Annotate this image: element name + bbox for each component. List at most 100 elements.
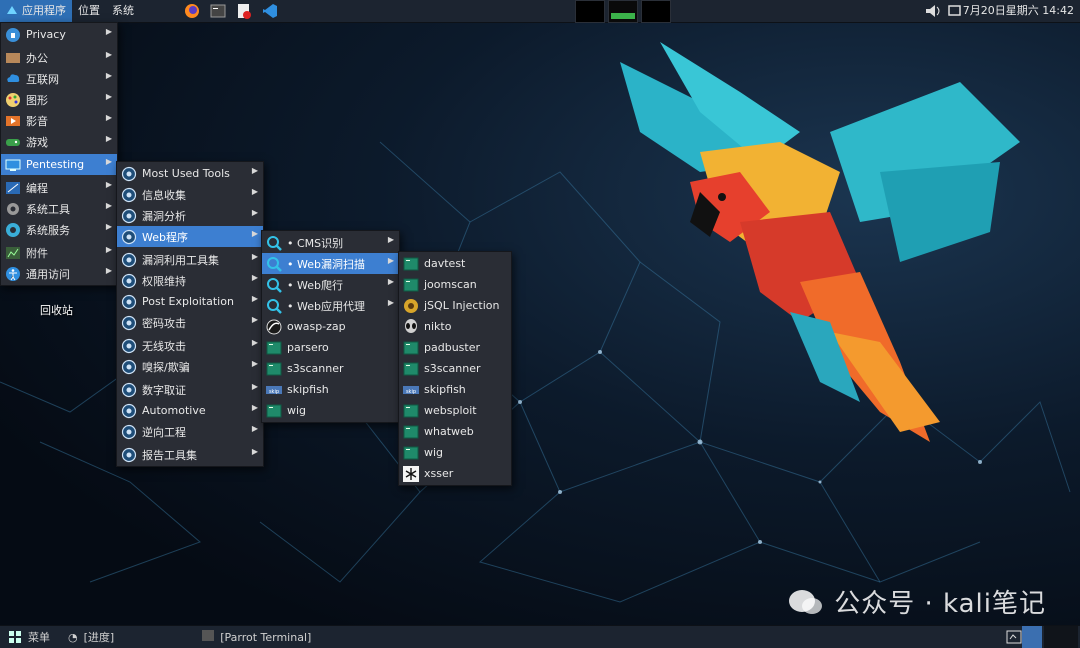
menu4-item-label: whatweb [424, 425, 474, 438]
vuln-analysis-icon [121, 208, 137, 224]
menu2-item[interactable]: Web程序 ▶ [117, 226, 263, 247]
menu4-item[interactable]: websploit [399, 400, 511, 421]
menu1-item[interactable]: 游戏 ▶ [1, 131, 117, 152]
menu2-item-label: Most Used Tools [142, 167, 230, 180]
terminal-task-icon [202, 630, 215, 644]
vscode-icon[interactable] [262, 3, 278, 19]
menu4-item-label: jSQL Injection [424, 299, 500, 312]
wechat-icon [789, 589, 823, 614]
submenu-arrow-icon: ▶ [251, 424, 258, 433]
submenu-arrow-icon: ▶ [105, 50, 112, 59]
menu2-item[interactable]: Post Exploitation ▶ [117, 291, 263, 312]
menu2-item[interactable]: 嗅探/欺骗 ▶ [117, 356, 263, 377]
menu4-item[interactable]: joomscan [399, 274, 511, 295]
menu4-item[interactable]: nikto [399, 316, 511, 337]
programming-icon [5, 180, 21, 196]
menu1-item[interactable]: Pentesting ▶ [1, 154, 117, 175]
menu1-item[interactable]: 互联网 ▶ [1, 68, 117, 89]
terminal-icon [266, 340, 282, 356]
task-progress[interactable]: ◔ [进度] [68, 629, 114, 645]
menu3-item-label: wig [287, 404, 307, 417]
menu2-item[interactable]: Most Used Tools ▶ [117, 163, 263, 184]
internet-icon [5, 71, 21, 87]
bottom-menu-button[interactable]: 菜单 [8, 629, 50, 645]
firefox-icon[interactable] [184, 3, 200, 19]
multimedia-icon [5, 113, 21, 129]
submenu-arrow-icon: ▶ [105, 27, 112, 36]
system-menu[interactable]: 系统 [106, 0, 140, 22]
menu4-item[interactable]: whatweb [399, 421, 511, 442]
terminal-icon [403, 361, 419, 377]
menu2-item[interactable]: 信息收集 ▶ [117, 184, 263, 205]
menu3-item[interactable]: s3scanner [262, 358, 399, 379]
menu4-item[interactable]: davtest [399, 253, 511, 274]
menu1-item[interactable]: 办公 ▶ [1, 47, 117, 68]
workspace-2[interactable] [608, 0, 638, 23]
applications-menu-popup: Privacy ▶ 办公 ▶ 互联网 ▶ 图形 ▶ 影音 ▶ 游戏 ▶ Pentesting ▶ 编程 ▶ 系统… [0, 22, 118, 286]
menu1-item[interactable]: 影音 ▶ [1, 110, 117, 131]
menu3-item-label: • Web漏洞扫描 [287, 257, 365, 271]
menu2-item-label: 漏洞利用工具集 [142, 253, 219, 267]
svg-text:skip: skip [406, 389, 416, 395]
terminal-icon[interactable] [210, 3, 226, 19]
clock[interactable]: 7月20日星期六 14:42 [963, 0, 1074, 22]
menu4-item[interactable]: xsser [399, 463, 511, 484]
menu2-item-label: 信息收集 [142, 188, 186, 202]
workspace-pager-1[interactable] [1022, 626, 1042, 648]
jsql-icon [403, 298, 419, 314]
menu3-item[interactable]: skip skipfish [262, 379, 399, 400]
menu3-item[interactable]: owasp-zap [262, 316, 399, 337]
menu3-item-label: • Web应用代理 [287, 299, 365, 313]
menu3-item[interactable]: wig [262, 400, 399, 421]
submenu-arrow-icon: ▶ [105, 180, 112, 189]
menu4-item[interactable]: s3scanner [399, 358, 511, 379]
submenu-arrow-icon: ▶ [387, 277, 394, 286]
menu1-item[interactable]: 图形 ▶ [1, 89, 117, 110]
menu2-item[interactable]: 逆向工程 ▶ [117, 421, 263, 442]
menu4-item[interactable]: padbuster [399, 337, 511, 358]
menu2-item[interactable]: 报告工具集 ▶ [117, 444, 263, 465]
menu2-item-label: 无线攻击 [142, 339, 186, 353]
menu2-item[interactable]: 权限维持 ▶ [117, 270, 263, 291]
menu3-item[interactable]: parsero [262, 337, 399, 358]
menu4-item[interactable]: skip skipfish [399, 379, 511, 400]
menu2-item[interactable]: Automotive ▶ [117, 400, 263, 421]
menu1-item[interactable]: 系统工具 ▶ [1, 198, 117, 219]
task-terminal[interactable]: [Parrot Terminal] [202, 630, 311, 644]
menu3-item[interactable]: • Web爬行 ▶ [262, 274, 399, 295]
pdf-icon[interactable] [236, 3, 252, 19]
menu3-item[interactable]: • Web漏洞扫描 ▶ [262, 253, 399, 274]
menu3-item[interactable]: • Web应用代理 ▶ [262, 295, 399, 316]
menu2-item[interactable]: 数字取证 ▶ [117, 379, 263, 400]
menu4-item[interactable]: wig [399, 442, 511, 463]
volume-icon[interactable] [924, 3, 942, 22]
menu4-item-label: nikto [424, 320, 452, 333]
workspace-switcher[interactable] [575, 0, 671, 23]
workspace-1[interactable] [575, 0, 605, 23]
show-desktop-icon[interactable] [1006, 629, 1022, 648]
menu1-item[interactable]: 系统服务 ▶ [1, 219, 117, 240]
menu2-item[interactable]: 漏洞利用工具集 ▶ [117, 249, 263, 270]
menu2-item[interactable]: 无线攻击 ▶ [117, 335, 263, 356]
menu2-item[interactable]: 漏洞分析 ▶ [117, 205, 263, 226]
menu3-item[interactable]: • CMS识别 ▶ [262, 232, 399, 253]
terminal-icon [403, 256, 419, 272]
menu1-item[interactable]: 编程 ▶ [1, 177, 117, 198]
submenu-arrow-icon: ▶ [105, 134, 112, 143]
trash-label[interactable]: 回收站 [40, 302, 73, 318]
submenu-arrow-icon: ▶ [251, 359, 258, 368]
terminal-icon [403, 445, 419, 461]
menu1-item[interactable]: 通用访问 ▶ [1, 263, 117, 284]
menu4-item[interactable]: jSQL Injection [399, 295, 511, 316]
workspace-3[interactable] [641, 0, 671, 23]
menu1-item[interactable]: Privacy ▶ [1, 24, 117, 45]
menu1-item[interactable]: 附件 ▶ [1, 242, 117, 263]
submenu-arrow-icon: ▶ [105, 201, 112, 210]
workspace-pager-2[interactable] [1044, 626, 1078, 648]
menu1-item-label: 图形 [26, 93, 48, 107]
applications-menu[interactable]: 应用程序 [0, 0, 72, 22]
menu2-item[interactable]: 密码攻击 ▶ [117, 312, 263, 333]
places-menu[interactable]: 位置 [72, 0, 106, 22]
menu4-item-label: websploit [424, 404, 477, 417]
window-icon[interactable] [948, 3, 962, 22]
